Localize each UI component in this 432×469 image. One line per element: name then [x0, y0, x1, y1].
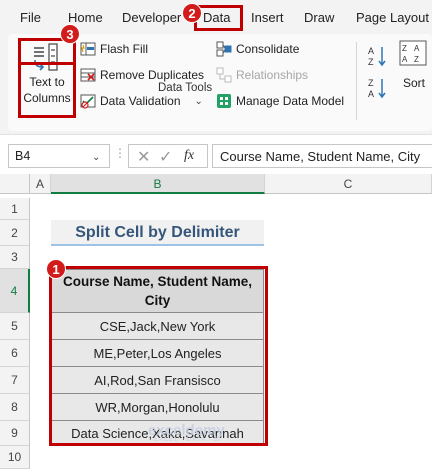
- data-validation-button[interactable]: Data Validation ⌄: [80, 93, 203, 109]
- row-header-1[interactable]: 1: [0, 198, 30, 220]
- svg-text:A: A: [368, 46, 374, 56]
- data-tools-group-label: Data Tools: [158, 82, 213, 94]
- flash-fill-button[interactable]: Flash Fill: [80, 41, 148, 57]
- column-header-b[interactable]: B: [51, 174, 265, 194]
- consolidate-icon: [216, 41, 232, 57]
- sort-a-to-z-icon: A Z: [368, 46, 386, 67]
- svg-text:Z: Z: [414, 55, 419, 64]
- sort-az-button[interactable]: A Z: [367, 44, 389, 68]
- remove-duplicates-button[interactable]: Remove Duplicates: [80, 67, 204, 83]
- consolidate-label: Consolidate: [236, 42, 300, 56]
- row-header-4[interactable]: 4: [0, 269, 30, 313]
- step-badge-3: 3: [60, 24, 80, 44]
- formula-buttons: ✕ ✓ fx: [128, 144, 208, 168]
- tab-page-layout[interactable]: Page Layout: [356, 10, 429, 25]
- cancel-icon[interactable]: ✕: [137, 147, 150, 167]
- formula-input[interactable]: Course Name, Student Name, City: [212, 144, 432, 168]
- svg-text:A: A: [414, 44, 420, 53]
- svg-text:Z: Z: [368, 57, 374, 67]
- data-validation-icon: [80, 94, 96, 109]
- flash-fill-label: Flash Fill: [100, 42, 149, 56]
- sort-z-to-a-icon: Z A: [368, 78, 386, 99]
- svg-text:Z: Z: [368, 78, 374, 88]
- consolidate-button[interactable]: Consolidate: [216, 41, 299, 57]
- remove-duplicates-icon: [80, 68, 96, 82]
- tab-insert[interactable]: Insert: [251, 10, 284, 25]
- tab-developer[interactable]: Developer: [122, 10, 181, 25]
- sort-icon: Z A A Z: [399, 40, 427, 66]
- sheet-title-cell[interactable]: Split Cell by Delimiter: [51, 220, 264, 246]
- remove-duplicates-label: Remove Duplicates: [100, 68, 205, 82]
- step-badge-1: 1: [46, 259, 66, 279]
- data-validation-label: Data Validation: [100, 94, 181, 108]
- ribbon-separator: [356, 42, 357, 120]
- exceldemy-watermark: exceldemy EXCEL · DATA · BI: [148, 422, 225, 443]
- row-header-10[interactable]: 10: [0, 446, 30, 469]
- relationships-label: Relationships: [236, 68, 309, 82]
- row-header-3[interactable]: 3: [0, 246, 30, 269]
- svg-text:Z: Z: [402, 44, 407, 53]
- relationships-button[interactable]: Relationships: [216, 67, 308, 83]
- row-header-8[interactable]: 8: [0, 394, 30, 421]
- table-highlight-box: [49, 266, 268, 446]
- column-header-a[interactable]: A: [30, 174, 51, 194]
- data-model-icon: [217, 94, 231, 108]
- formula-bar: B4 ⌄ ⋮ ✕ ✓ fx Course Name, Student Name,…: [0, 134, 432, 174]
- manage-data-model-button[interactable]: Manage Data Model: [216, 93, 344, 109]
- enter-check-icon[interactable]: ✓: [159, 147, 172, 167]
- row-header-7[interactable]: 7: [0, 367, 30, 394]
- svg-text:A: A: [402, 55, 408, 64]
- sort-button[interactable]: Z A A Z Sort: [396, 40, 432, 92]
- row-header-5[interactable]: 5: [0, 313, 30, 340]
- sort-za-button[interactable]: Z A: [367, 76, 389, 100]
- flash-fill-icon: [80, 42, 96, 56]
- name-box-dropdown-icon[interactable]: ⌄: [92, 152, 100, 163]
- tab-home[interactable]: Home: [68, 10, 103, 25]
- row-header-6[interactable]: 6: [0, 340, 30, 367]
- row-header-2[interactable]: 2: [0, 220, 30, 246]
- watermark-sub-text: EXCEL · DATA · BI: [154, 437, 222, 443]
- drag-handle-icon[interactable]: ⋮: [114, 146, 126, 160]
- svg-text:A: A: [368, 89, 374, 99]
- relationships-icon: [216, 67, 232, 83]
- row-header-9[interactable]: 9: [0, 421, 30, 446]
- step-badge-2: 2: [182, 3, 202, 23]
- text-to-columns-highlight: [18, 62, 76, 118]
- select-all-corner[interactable]: [0, 174, 30, 194]
- tab-draw[interactable]: Draw: [304, 10, 334, 25]
- insert-function-icon[interactable]: fx: [184, 148, 194, 164]
- tab-file[interactable]: File: [20, 10, 41, 25]
- sort-label: Sort: [403, 76, 426, 90]
- chevron-down-icon: ⌄: [194, 95, 203, 107]
- column-header-c[interactable]: C: [265, 174, 432, 194]
- manage-data-model-label: Manage Data Model: [236, 94, 345, 108]
